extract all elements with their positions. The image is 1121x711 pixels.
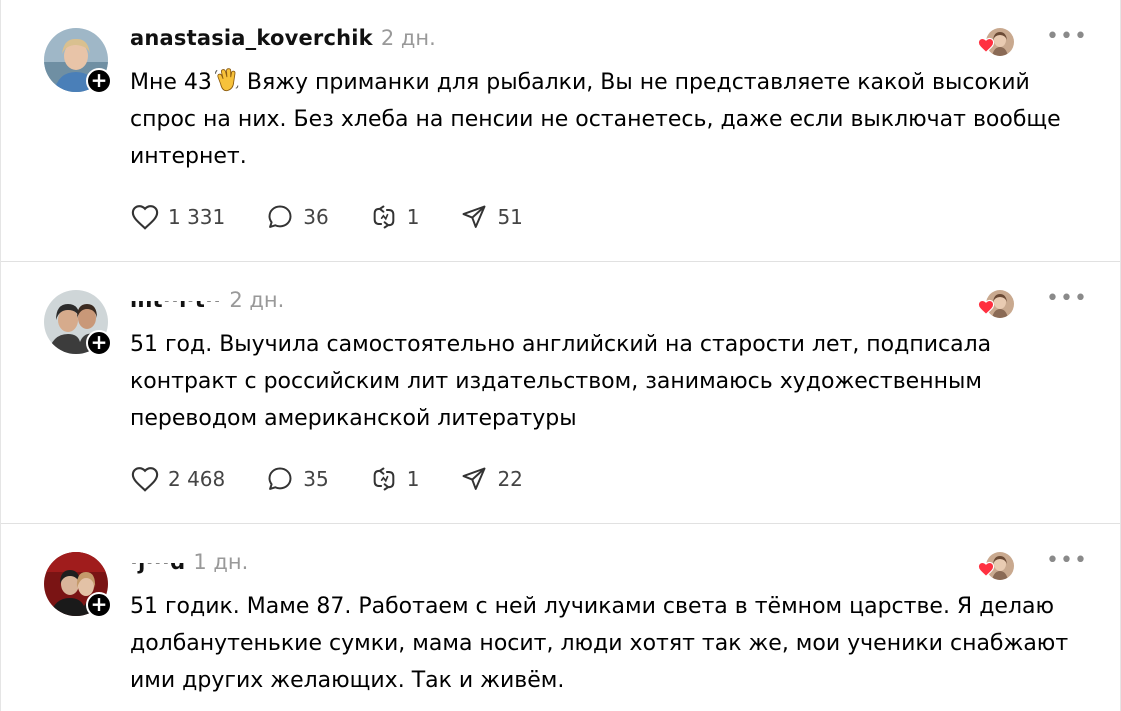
timestamp[interactable]: 2 дн. [229, 288, 284, 312]
timestamp[interactable]: 1 дн. [193, 550, 248, 574]
author-avatar[interactable]: + [44, 552, 112, 618]
waving-hand-emoji-icon [214, 68, 239, 92]
post: + anastasia_koverchik 2 дн. ••• Мне 43 Вя… [1, 0, 1120, 262]
username[interactable]: int··i·t·· [130, 288, 222, 312]
reply-count: 35 [303, 467, 329, 491]
post-header: anastasia_koverchik 2 дн. [130, 26, 436, 56]
post-text: 51 год. Выучила самостоятельно английски… [130, 332, 992, 431]
like-button[interactable]: 1 331 [130, 203, 225, 231]
post: + int··i·t·· 2 дн. ••• 51 год. Выучила са… [1, 262, 1120, 524]
like-count: 2 468 [168, 467, 226, 491]
comment-icon [268, 205, 292, 228]
reply-count: 36 [303, 205, 329, 229]
username[interactable]: anastasia_koverchik [130, 26, 373, 50]
repost-icon [373, 467, 395, 491]
heart-outline-icon [131, 205, 159, 230]
post-text-part: Мне 43 [130, 70, 212, 95]
share-button[interactable]: 22 [459, 465, 523, 493]
heart-icon [977, 299, 995, 315]
repost-button[interactable]: 1 [369, 465, 420, 493]
share-count: 51 [497, 205, 523, 229]
post-header: ·j···d 1 дн. [130, 550, 248, 580]
heart-icon [977, 561, 995, 577]
like-button[interactable]: 2 468 [130, 465, 225, 493]
reply-button[interactable]: 36 [265, 203, 329, 231]
repost-count: 1 [406, 205, 420, 229]
follow-button[interactable]: + [86, 592, 112, 618]
liked-by-indicator[interactable] [975, 289, 1015, 319]
liked-by-indicator[interactable] [975, 27, 1015, 57]
author-avatar[interactable]: + [44, 290, 112, 356]
repost-icon [373, 205, 395, 229]
like-count: 1 331 [168, 205, 226, 229]
post-actions: 1 331 36 1 51 [130, 200, 563, 234]
follow-button[interactable]: + [86, 330, 112, 356]
comment-icon [268, 467, 292, 490]
post-actions: 2 468 35 1 22 [130, 462, 563, 496]
more-options-button[interactable]: ••• [1046, 288, 1087, 312]
heart-icon [977, 37, 995, 53]
post-header: int··i·t·· 2 дн. [130, 288, 284, 318]
post: + ·j···d 1 дн. ••• 51 годик. Маме 87. Раб… [1, 524, 1120, 711]
send-icon [462, 467, 486, 490]
repost-button[interactable]: 1 [369, 203, 420, 231]
thread-feed: + anastasia_koverchik 2 дн. ••• Мне 43 Вя… [0, 0, 1121, 711]
share-button[interactable]: 51 [459, 203, 523, 231]
author-avatar[interactable]: + [44, 28, 112, 94]
repost-count: 1 [406, 467, 420, 491]
share-count: 22 [497, 467, 523, 491]
more-options-button[interactable]: ••• [1046, 26, 1087, 50]
post-text-part: Вяжу приманки для рыбалки, Вы не предста… [130, 70, 1061, 169]
reply-button[interactable]: 35 [265, 465, 329, 493]
username[interactable]: ·j···d [130, 550, 186, 574]
more-options-button[interactable]: ••• [1046, 550, 1087, 574]
send-icon [462, 205, 486, 228]
post-text: 51 годик. Маме 87. Работаем с ней лучика… [130, 594, 1069, 693]
liked-by-indicator[interactable] [975, 551, 1015, 581]
heart-outline-icon [131, 467, 159, 492]
timestamp[interactable]: 2 дн. [381, 26, 436, 50]
follow-button[interactable]: + [86, 68, 112, 94]
post-text: Мне 43 Вяжу приманки для рыбалки, Вы не … [130, 64, 1090, 175]
